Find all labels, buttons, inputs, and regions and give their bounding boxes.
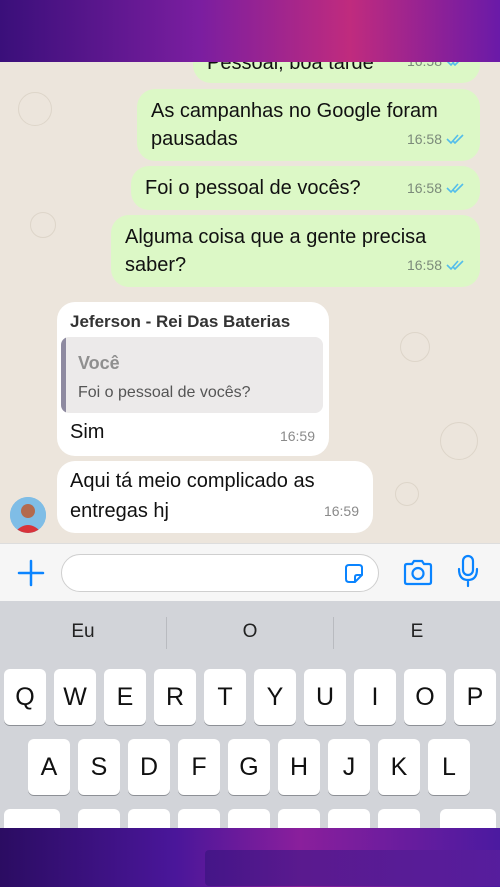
suggestion-item[interactable]: Eu xyxy=(0,621,166,643)
microphone-icon[interactable] xyxy=(457,554,479,588)
key-a[interactable]: A xyxy=(28,739,70,795)
key-l[interactable]: L xyxy=(428,739,470,795)
key-t[interactable]: T xyxy=(204,669,246,725)
message-text: Sim xyxy=(70,421,105,443)
key-w[interactable]: W xyxy=(54,669,96,725)
wallpaper-doodle xyxy=(395,482,419,506)
key-h[interactable]: H xyxy=(278,739,320,795)
wallpaper-top xyxy=(0,0,500,64)
message-meta: 16:58 xyxy=(407,251,466,279)
double-check-icon xyxy=(446,62,460,67)
key-q[interactable]: Q xyxy=(4,669,46,725)
incoming-message[interactable]: Jeferson - Rei Das Baterias Você Foi o p… xyxy=(57,302,329,456)
key-n[interactable] xyxy=(328,809,370,829)
whatsapp-screen: Pessoal, boa tarde 16:58 As campanhas no… xyxy=(0,62,500,829)
predictive-bar: Eu O E xyxy=(0,601,500,661)
key-x[interactable] xyxy=(128,809,170,829)
key-i[interactable]: I xyxy=(354,669,396,725)
outgoing-message[interactable]: As campanhas no Google foram pausadas 16… xyxy=(137,89,480,161)
double-check-icon xyxy=(446,183,464,194)
key-p[interactable]: P xyxy=(454,669,496,725)
wallpaper-bottom xyxy=(0,828,500,887)
message-meta: 16:59 xyxy=(324,497,359,525)
wallpaper-doodle xyxy=(18,92,52,126)
shift-key[interactable] xyxy=(4,809,60,829)
camera-icon[interactable] xyxy=(402,558,434,586)
message-text: entregas hj xyxy=(70,500,169,522)
backspace-key[interactable] xyxy=(440,809,496,829)
message-meta: 16:59 xyxy=(280,422,315,450)
chat-area[interactable]: Pessoal, boa tarde 16:58 As campanhas no… xyxy=(0,62,500,543)
key-b[interactable] xyxy=(278,809,320,829)
message-text: saber? xyxy=(125,254,187,276)
outgoing-message[interactable]: Foi o pessoal de vocês? 16:58 xyxy=(131,166,480,210)
message-text: As campanhas no Google foram xyxy=(151,100,438,122)
key-r[interactable]: R xyxy=(154,669,196,725)
outgoing-message[interactable]: Alguma coisa que a gente precisa saber? … xyxy=(111,215,480,287)
quote-text: Foi o pessoal de vocês? xyxy=(78,384,251,401)
suggestion-item[interactable]: O xyxy=(167,621,333,643)
message-text: Foi o pessoal de vocês? xyxy=(145,177,361,199)
incoming-message[interactable]: Aqui tá meio complicado as entregas hj 1… xyxy=(57,461,373,533)
avatar[interactable] xyxy=(10,497,46,533)
message-time: 16:58 xyxy=(407,62,442,75)
double-check-icon xyxy=(446,134,464,145)
keyboard: Eu O E Q W E R T Y U I O P A S D F G H J… xyxy=(0,601,500,829)
message-input[interactable] xyxy=(61,554,379,592)
message-text: Aqui tá meio complicado as xyxy=(70,470,315,492)
message-meta: 16:58 xyxy=(407,62,466,75)
key-m[interactable] xyxy=(378,809,420,829)
suggestion-item[interactable]: E xyxy=(334,621,500,643)
key-f[interactable]: F xyxy=(178,739,220,795)
message-time: 16:58 xyxy=(406,131,442,147)
key-g[interactable]: G xyxy=(228,739,270,795)
message-meta: 16:58 xyxy=(407,125,466,153)
key-z[interactable] xyxy=(78,809,120,829)
quote-author: Você xyxy=(78,353,120,373)
wallpaper-doodle xyxy=(440,422,478,460)
key-k[interactable]: K xyxy=(378,739,420,795)
sender-name: Jeferson - Rei Das Baterias xyxy=(70,312,291,331)
message-text: pausadas xyxy=(151,128,238,150)
key-y[interactable]: Y xyxy=(254,669,296,725)
message-time: 16:58 xyxy=(406,257,442,273)
quote-bar xyxy=(61,337,66,413)
message-time: 16:59 xyxy=(323,503,359,519)
quoted-message[interactable]: Você Foi o pessoal de vocês? xyxy=(61,337,323,413)
message-text: Alguma coisa que a gente precisa xyxy=(125,226,427,248)
sticker-icon[interactable] xyxy=(342,562,366,586)
wallpaper-doodle xyxy=(400,332,430,362)
key-u[interactable]: U xyxy=(304,669,346,725)
message-time: 16:59 xyxy=(279,428,315,444)
key-s[interactable]: S xyxy=(78,739,120,795)
message-time: 16:58 xyxy=(406,180,442,196)
wallpaper-strip xyxy=(205,850,500,886)
key-e[interactable]: E xyxy=(104,669,146,725)
key-d[interactable]: D xyxy=(128,739,170,795)
message-input-bar xyxy=(0,543,500,601)
key-o[interactable]: O xyxy=(404,669,446,725)
message-meta: 16:58 xyxy=(407,174,466,202)
wallpaper-doodle xyxy=(30,212,56,238)
key-j[interactable]: J xyxy=(328,739,370,795)
key-c[interactable] xyxy=(178,809,220,829)
outgoing-message[interactable]: Pessoal, boa tarde 16:58 xyxy=(193,62,480,83)
avatar-image xyxy=(10,497,46,533)
message-text: Pessoal, boa tarde xyxy=(207,62,374,74)
double-check-icon xyxy=(446,260,464,271)
key-v[interactable] xyxy=(228,809,270,829)
plus-icon[interactable] xyxy=(16,558,46,588)
